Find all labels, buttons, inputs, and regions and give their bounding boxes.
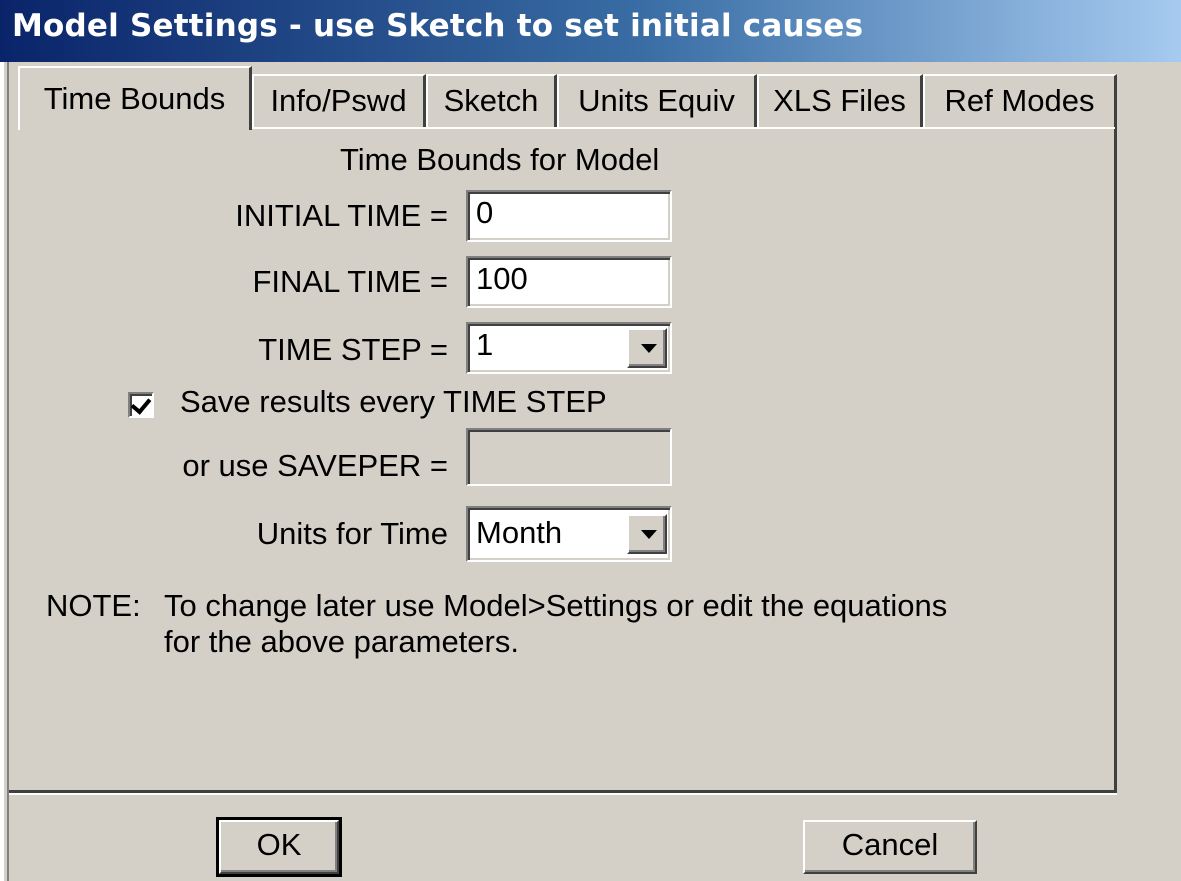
note-line-1: To change later use Model>Settings or ed…	[164, 588, 948, 623]
final-time-label: FINAL TIME =	[252, 264, 448, 299]
cancel-button[interactable]: Cancel	[803, 820, 977, 874]
tab-time-bounds[interactable]: Time Bounds	[18, 66, 252, 130]
tab-xls-files[interactable]: XLS Files	[757, 74, 923, 128]
units-for-time-value: Month	[476, 515, 563, 550]
check-icon	[130, 393, 152, 415]
panel-right-edge	[1114, 127, 1117, 792]
tab-units-equiv[interactable]: Units Equiv	[557, 74, 757, 128]
tab-info-pswd[interactable]: Info/Pswd	[252, 74, 426, 128]
panel-heading: Time Bounds for Model	[340, 142, 660, 177]
note-line-2: for the above parameters.	[164, 624, 519, 659]
title-bar[interactable]: Model Settings - use Sketch to set initi…	[0, 0, 1181, 62]
dialog-left-edge	[0, 62, 6, 881]
time-step-label: TIME STEP =	[258, 332, 448, 367]
initial-time-label: INITIAL TIME =	[235, 198, 448, 233]
window-title: Model Settings - use Sketch to set initi…	[12, 8, 864, 44]
ok-button[interactable]: OK	[216, 817, 342, 877]
note-prefix: NOTE:	[46, 588, 141, 623]
final-time-input[interactable]: 100	[466, 256, 672, 308]
units-for-time-dropdown-button[interactable]	[627, 514, 667, 554]
saveper-input[interactable]	[466, 428, 672, 486]
chevron-down-icon	[641, 344, 657, 353]
dialog-left-shadow	[7, 62, 9, 881]
tab-ref-modes[interactable]: Ref Modes	[923, 74, 1117, 128]
chevron-down-icon	[641, 530, 657, 539]
tab-row-divider	[252, 127, 1115, 129]
time-step-dropdown-button[interactable]	[627, 328, 667, 368]
panel-bottom-highlight	[9, 793, 1117, 795]
tab-sketch[interactable]: Sketch	[426, 74, 557, 128]
save-results-checkbox[interactable]	[128, 392, 154, 418]
initial-time-input[interactable]: 0	[466, 190, 672, 242]
saveper-label: or use SAVEPER =	[182, 448, 448, 483]
units-for-time-label: Units for Time	[256, 516, 448, 551]
save-results-label[interactable]: Save results every TIME STEP	[180, 384, 607, 420]
time-step-value: 1	[476, 327, 494, 362]
